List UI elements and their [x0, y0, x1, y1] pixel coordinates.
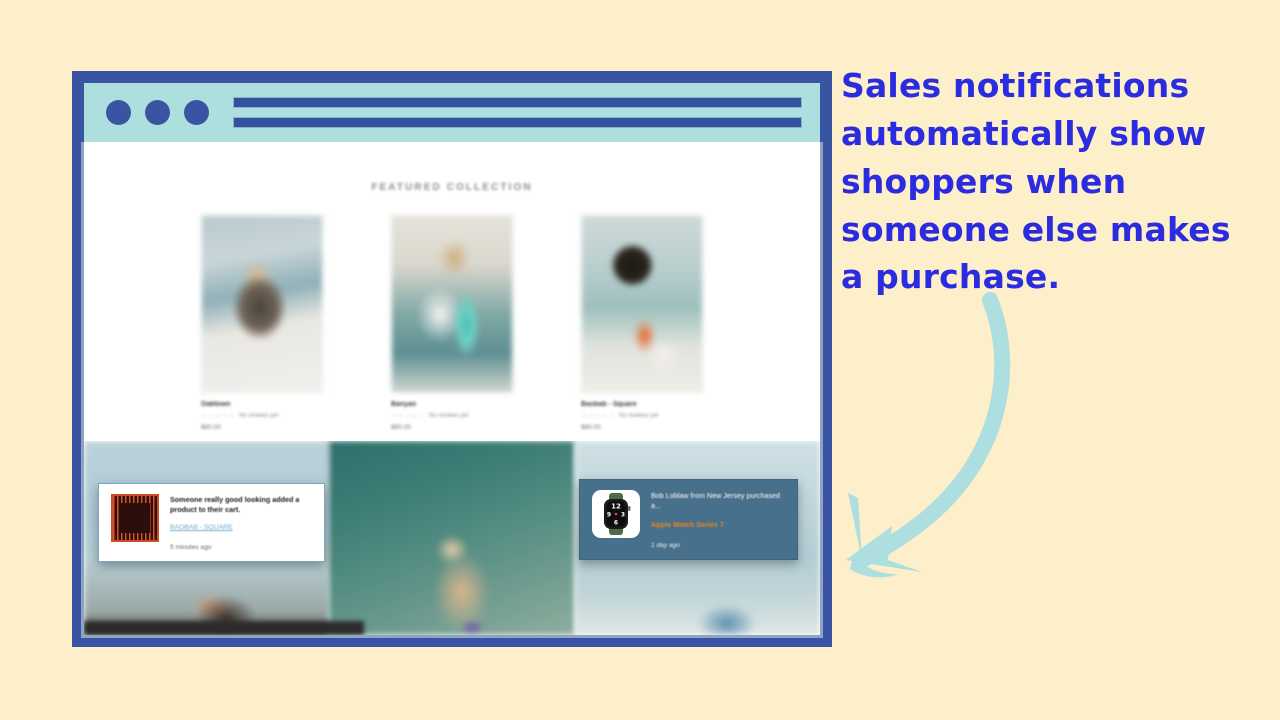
- svg-text:6: 6: [614, 520, 618, 527]
- star-rating-icon: ☆☆☆☆☆: [201, 413, 235, 420]
- product-meta: Banyan ☆☆☆☆☆ No reviews yet $80.00: [391, 393, 513, 431]
- rug-thumbnail: [111, 494, 159, 542]
- collection-title: FEATURED COLLECTION: [371, 182, 533, 193]
- browser-chrome: [81, 80, 823, 142]
- purchase-notification-message: Bob Loblaw from New Jersey purchased a..…: [651, 491, 781, 511]
- product-grid: Oaktown ☆☆☆☆☆ No reviews yet $80.00 Bany…: [84, 215, 820, 431]
- product-price: $80.00: [201, 424, 221, 431]
- cart-notification-body: Someone really good looking added a prod…: [170, 494, 312, 551]
- cart-notification-timestamp: 5 minutes ago: [170, 543, 212, 551]
- promo-headline: Sales notifications automatically show s…: [841, 66, 1231, 297]
- featured-collection-section: FEATURED COLLECTION Oaktown ☆☆☆☆☆ No rev…: [84, 142, 820, 441]
- window-controls: [106, 100, 209, 125]
- product-rating: ☆☆☆☆☆ No reviews yet: [391, 412, 513, 420]
- browser-viewport: FEATURED COLLECTION Oaktown ☆☆☆☆☆ No rev…: [81, 142, 823, 638]
- product-rating: ☆☆☆☆☆ No reviews yet: [581, 412, 703, 420]
- product-name: Oaktown: [201, 401, 231, 408]
- bookmarks-bar[interactable]: [233, 117, 802, 128]
- hero-banner: Someone really good looking added a prod…: [84, 441, 820, 635]
- review-count: No reviews yet: [238, 413, 279, 419]
- hero-overlay-bar: [84, 621, 364, 635]
- window-dot-yellow[interactable]: [145, 100, 170, 125]
- hero-image-center: [329, 441, 575, 635]
- star-rating-icon: ☆☆☆☆☆: [391, 413, 425, 420]
- product-rating: ☆☆☆☆☆ No reviews yet: [201, 412, 323, 420]
- window-dot-red[interactable]: [106, 100, 131, 125]
- product-meta: Oaktown ☆☆☆☆☆ No reviews yet $80.00: [201, 393, 323, 431]
- cart-notification[interactable]: Someone really good looking added a prod…: [98, 483, 325, 562]
- review-count: No reviews yet: [618, 413, 659, 419]
- purchase-notification-product-link[interactable]: Apple Watch Series 7: [651, 520, 724, 529]
- review-count: No reviews yet: [428, 413, 469, 419]
- purchase-notification-body: Bob Loblaw from New Jersey purchased a..…: [651, 490, 785, 549]
- curved-arrow-icon: [846, 292, 1011, 578]
- purchase-notification-timestamp: 1 day ago: [651, 541, 680, 549]
- address-bar[interactable]: [233, 97, 802, 108]
- apple-watch-thumbnail: 12 3 6 9: [592, 490, 640, 538]
- product-meta: Baobab - Square ☆☆☆☆☆ No reviews yet $80…: [581, 393, 703, 431]
- product-name: Banyan: [391, 401, 417, 408]
- cart-notification-message: Someone really good looking added a prod…: [170, 495, 300, 515]
- rug-thumbnail-icon: [111, 494, 159, 542]
- product-price: $80.00: [581, 424, 601, 431]
- svg-text:9: 9: [607, 512, 611, 519]
- product-card[interactable]: Oaktown ☆☆☆☆☆ No reviews yet $80.00: [201, 215, 323, 431]
- svg-text:3: 3: [621, 512, 625, 519]
- product-name: Baobab - Square: [581, 401, 637, 408]
- product-price: $80.00: [391, 424, 411, 431]
- product-image[interactable]: [581, 215, 703, 393]
- purchase-notification[interactable]: 12 3 6 9 Bob Loblaw from New Jersey purc…: [579, 479, 798, 560]
- product-card[interactable]: Banyan ☆☆☆☆☆ No reviews yet $80.00: [391, 215, 513, 431]
- product-image[interactable]: [201, 215, 323, 393]
- browser-window: FEATURED COLLECTION Oaktown ☆☆☆☆☆ No rev…: [72, 71, 832, 647]
- address-bar-group: [233, 97, 806, 128]
- apple-watch-icon: 12 3 6 9: [592, 490, 640, 538]
- window-dot-green[interactable]: [184, 100, 209, 125]
- svg-text:12: 12: [611, 503, 621, 511]
- product-image[interactable]: [391, 215, 513, 393]
- product-card[interactable]: Baobab - Square ☆☆☆☆☆ No reviews yet $80…: [581, 215, 703, 431]
- star-rating-icon: ☆☆☆☆☆: [581, 413, 615, 420]
- cart-notification-product-link[interactable]: BAOBAB - SQUARE: [170, 524, 233, 531]
